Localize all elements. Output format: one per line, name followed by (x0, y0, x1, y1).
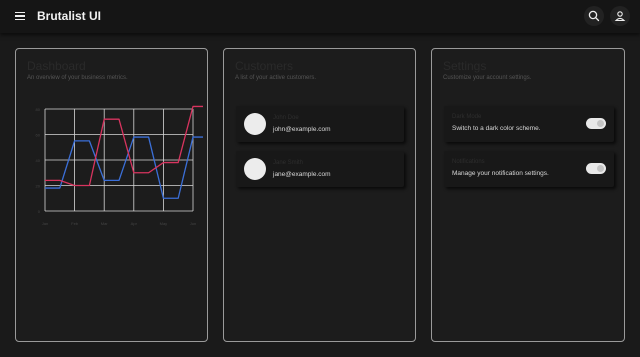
customer-name: John Doe (273, 115, 299, 121)
notifications-toggle[interactable] (586, 163, 606, 174)
x-tick-label: Feb (71, 221, 79, 226)
x-tick-label: Jan (42, 221, 48, 226)
customers-card: Customers A list of your active customer… (223, 48, 416, 342)
customer-email: john@example.com (273, 126, 331, 133)
x-tick-label: Mar (101, 221, 109, 226)
settings-card: Settings Customize your account settings… (431, 48, 625, 342)
setting-dark-mode: Dark Mode Switch to a dark color scheme. (444, 106, 614, 142)
customer-item[interactable]: Jane Smith jane@example.com (236, 151, 404, 187)
dark-mode-toggle[interactable] (586, 118, 606, 129)
dashboard-card: Dashboard An overview of your business m… (15, 48, 208, 342)
line-chart: 0 20 40 60 80 Jan Feb Mar Apr May Jun (36, 105, 203, 226)
dashboard-title: Dashboard (27, 59, 86, 73)
y-tick-label: 80 (36, 107, 41, 112)
user-button[interactable] (610, 6, 630, 26)
search-icon (588, 10, 600, 22)
series-line-1 (45, 105, 203, 187)
setting-description: Switch to a dark color scheme. (452, 125, 541, 132)
series-line-0 (45, 136, 203, 199)
setting-description: Manage your notification settings. (452, 170, 549, 177)
user-icon (614, 11, 626, 22)
setting-notifications: Notifications Manage your notification s… (444, 151, 614, 187)
setting-label: Notifications (452, 159, 485, 165)
y-tick-label: 0 (38, 209, 41, 214)
setting-label: Dark Mode (452, 114, 482, 120)
customer-email: jane@example.com (273, 171, 331, 178)
customer-name: Jane Smith (273, 160, 304, 166)
x-tick-label: Jun (190, 221, 196, 226)
customers-description: A list of your active customers. (235, 75, 317, 81)
search-button[interactable] (584, 6, 604, 26)
x-tick-label: Apr (131, 221, 138, 226)
dashboard-description: An overview of your business metrics. (27, 75, 128, 81)
settings-description: Customize your account settings. (443, 75, 532, 81)
y-tick-label: 60 (36, 133, 41, 138)
settings-title: Settings (443, 59, 487, 73)
y-tick-label: 20 (36, 184, 41, 189)
app-title: Brutalist UI (37, 9, 102, 23)
y-tick-label: 40 (36, 158, 41, 163)
x-tick-label: May (160, 221, 168, 226)
avatar (244, 158, 266, 180)
customers-title: Customers (235, 59, 294, 73)
hamburger-menu-icon[interactable] (11, 7, 29, 25)
avatar (244, 113, 266, 135)
customer-item[interactable]: John Doe john@example.com (236, 106, 404, 142)
top-bar: Brutalist UI (0, 0, 640, 33)
